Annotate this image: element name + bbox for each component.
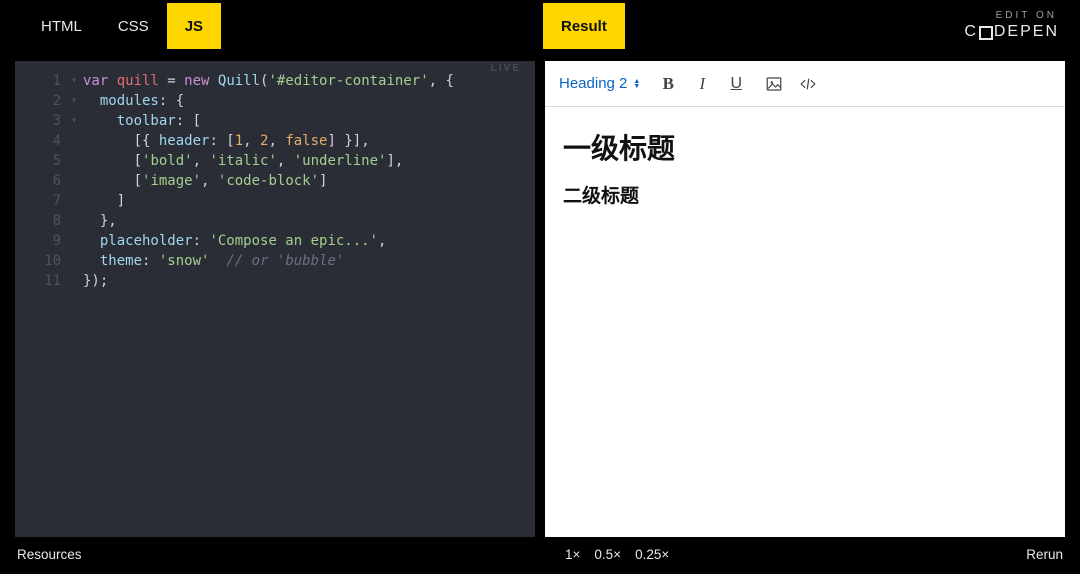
code: }); <box>83 271 535 291</box>
brand-logo: C DEPEN <box>964 23 1059 41</box>
image-button[interactable] <box>764 74 784 94</box>
code-line: 11 }); <box>15 271 535 291</box>
heading-picker-label: Heading 2 <box>559 75 627 92</box>
fold-none <box>71 131 83 151</box>
codepen-embed: HTML CSS JS Result EDIT ON C DEPEN LIVE 1… <box>3 3 1077 571</box>
tab-html[interactable]: HTML <box>23 3 100 49</box>
fold-none <box>71 171 83 191</box>
footer-wrap: Resources 1× 0.5× 0.25× Rerun <box>17 537 1063 571</box>
image-icon <box>765 75 783 93</box>
underline-button[interactable]: U <box>726 74 746 94</box>
quill-toolbar: Heading 2 ▲▼ B I U <box>545 61 1065 107</box>
tab-js[interactable]: JS <box>167 3 221 49</box>
line-number: 7 <box>15 191 71 211</box>
sort-icon: ▲▼ <box>633 79 640 89</box>
resources-button[interactable]: Resources <box>17 547 82 562</box>
fold-none <box>71 191 83 211</box>
fold-none <box>71 231 83 251</box>
code-line: 10 theme: 'snow' // or 'bubble' <box>15 251 535 271</box>
code: modules: { <box>83 91 535 111</box>
zoom-controls: 1× 0.5× 0.25× <box>565 547 669 562</box>
code-editor[interactable]: 1 ▾ var quill = new Quill('#editor-conta… <box>15 61 535 537</box>
italic-button[interactable]: I <box>692 74 712 94</box>
brand-right: DEPEN <box>994 23 1059 41</box>
footer: Resources 1× 0.5× 0.25× Rerun <box>3 537 1077 571</box>
line-number: 4 <box>15 131 71 151</box>
line-number: 8 <box>15 211 71 231</box>
line-number: 2 <box>15 91 71 111</box>
fold-none <box>71 251 83 271</box>
content-h1: 一级标题 <box>563 127 1047 167</box>
zoom-0-25x[interactable]: 0.25× <box>635 547 669 562</box>
code: theme: 'snow' // or 'bubble' <box>83 251 535 271</box>
zoom-0-5x[interactable]: 0.5× <box>594 547 621 562</box>
brand-link[interactable]: EDIT ON C DEPEN <box>964 3 1077 49</box>
code-line: 9 placeholder: 'Compose an epic...', <box>15 231 535 251</box>
panes: LIVE 1 ▾ var quill = new Quill('#editor-… <box>3 49 1077 537</box>
codepen-cube-icon <box>979 26 993 40</box>
insert-group <box>764 74 818 94</box>
tab-css[interactable]: CSS <box>100 3 167 49</box>
result-pane: Heading 2 ▲▼ B I U <box>545 61 1065 537</box>
code: toolbar: [ <box>83 111 535 131</box>
brand-edit-on: EDIT ON <box>996 11 1059 21</box>
result-tab-wrap: Result <box>543 3 625 49</box>
code: placeholder: 'Compose an epic...', <box>83 231 535 251</box>
heading-picker[interactable]: Heading 2 ▲▼ <box>559 75 640 92</box>
rerun-button[interactable]: Rerun <box>1026 547 1063 562</box>
brand-left: C <box>964 23 978 41</box>
code-pane: LIVE 1 ▾ var quill = new Quill('#editor-… <box>15 61 535 537</box>
code-line: 1 ▾ var quill = new Quill('#editor-conta… <box>15 71 535 91</box>
line-number: 1 <box>15 71 71 91</box>
fold-none <box>71 271 83 291</box>
code-line: 3 ▾ toolbar: [ <box>15 111 535 131</box>
code-line: 2 ▾ modules: { <box>15 91 535 111</box>
quill-content[interactable]: 一级标题 二级标题 <box>545 107 1065 537</box>
code-line: 5 ['bold', 'italic', 'underline'], <box>15 151 535 171</box>
topbar: HTML CSS JS Result EDIT ON C DEPEN <box>3 3 1077 49</box>
fold-icon[interactable]: ▾ <box>71 91 83 111</box>
editor-tabs: HTML CSS JS <box>3 3 221 49</box>
line-number: 5 <box>15 151 71 171</box>
code: var quill = new Quill('#editor-container… <box>83 71 535 91</box>
code: [{ header: [1, 2, false] }], <box>83 131 535 151</box>
code-line: 8 }, <box>15 211 535 231</box>
code-icon <box>799 75 817 93</box>
line-number: 6 <box>15 171 71 191</box>
code-line: 6 ['image', 'code-block'] <box>15 171 535 191</box>
fold-none <box>71 211 83 231</box>
line-number: 3 <box>15 111 71 131</box>
line-number: 11 <box>15 271 71 291</box>
fold-icon[interactable]: ▾ <box>71 111 83 131</box>
code-line: 7 ] <box>15 191 535 211</box>
zoom-1x[interactable]: 1× <box>565 547 580 562</box>
code: ] <box>83 191 535 211</box>
codeblock-button[interactable] <box>798 74 818 94</box>
fold-none <box>71 151 83 171</box>
code: }, <box>83 211 535 231</box>
code: ['bold', 'italic', 'underline'], <box>83 151 535 171</box>
tab-result[interactable]: Result <box>543 3 625 49</box>
quill-editor: Heading 2 ▲▼ B I U <box>545 61 1065 537</box>
format-group: B I U <box>658 74 746 94</box>
bold-button[interactable]: B <box>658 74 678 94</box>
code-line: 4 [{ header: [1, 2, false] }], <box>15 131 535 151</box>
code: ['image', 'code-block'] <box>83 171 535 191</box>
content-h2: 二级标题 <box>563 181 1047 208</box>
fold-icon[interactable]: ▾ <box>71 71 83 91</box>
line-number: 10 <box>15 251 71 271</box>
line-number: 9 <box>15 231 71 251</box>
